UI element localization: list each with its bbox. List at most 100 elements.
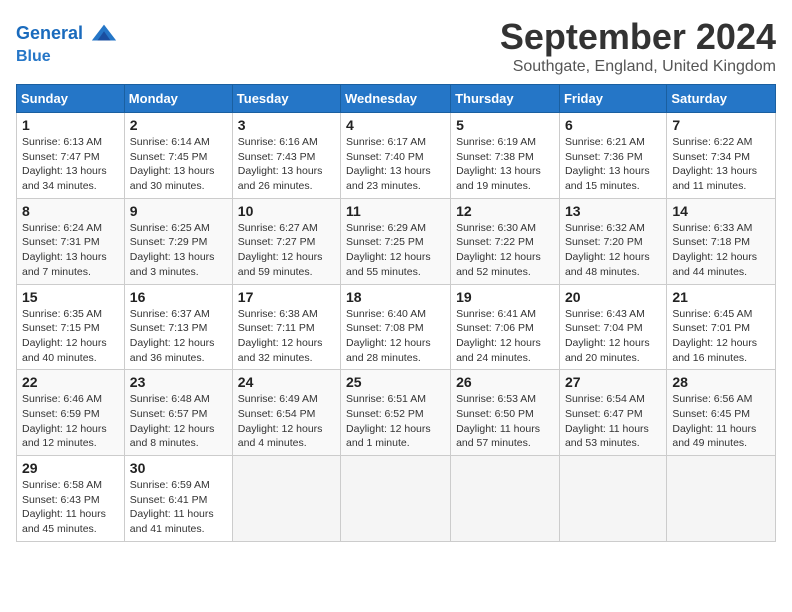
day-number: 26 (456, 374, 554, 390)
calendar-table: SundayMondayTuesdayWednesdayThursdayFrid… (16, 84, 776, 542)
day-number: 20 (565, 289, 661, 305)
day-number: 14 (672, 203, 770, 219)
calendar-day-cell: 28 Sunrise: 6:56 AMSunset: 6:45 PMDaylig… (667, 370, 776, 456)
calendar-day-cell: 24 Sunrise: 6:49 AMSunset: 6:54 PMDaylig… (232, 370, 340, 456)
calendar-week-row: 29 Sunrise: 6:58 AMSunset: 6:43 PMDaylig… (17, 456, 776, 542)
day-number: 22 (22, 374, 119, 390)
logo: General Blue (16, 20, 118, 66)
day-number: 1 (22, 117, 119, 133)
day-info: Sunrise: 6:30 AMSunset: 7:22 PMDaylight:… (456, 221, 554, 280)
calendar-day-cell: 11 Sunrise: 6:29 AMSunset: 7:25 PMDaylig… (341, 198, 451, 284)
day-info: Sunrise: 6:25 AMSunset: 7:29 PMDaylight:… (130, 221, 227, 280)
day-info: Sunrise: 6:48 AMSunset: 6:57 PMDaylight:… (130, 392, 227, 451)
title-area: September 2024 Southgate, England, Unite… (500, 16, 776, 76)
day-number: 17 (238, 289, 335, 305)
location-title: Southgate, England, United Kingdom (500, 58, 776, 76)
calendar-day-cell: 13 Sunrise: 6:32 AMSunset: 7:20 PMDaylig… (559, 198, 666, 284)
calendar-day-cell: 21 Sunrise: 6:45 AMSunset: 7:01 PMDaylig… (667, 284, 776, 370)
calendar-header-saturday: Saturday (667, 85, 776, 113)
day-info: Sunrise: 6:19 AMSunset: 7:38 PMDaylight:… (456, 135, 554, 194)
day-info: Sunrise: 6:56 AMSunset: 6:45 PMDaylight:… (672, 392, 770, 451)
calendar-day-cell: 7 Sunrise: 6:22 AMSunset: 7:34 PMDayligh… (667, 113, 776, 199)
day-info: Sunrise: 6:38 AMSunset: 7:11 PMDaylight:… (238, 307, 335, 366)
calendar-day-cell: 6 Sunrise: 6:21 AMSunset: 7:36 PMDayligh… (559, 113, 666, 199)
day-info: Sunrise: 6:58 AMSunset: 6:43 PMDaylight:… (22, 478, 119, 537)
day-info: Sunrise: 6:16 AMSunset: 7:43 PMDaylight:… (238, 135, 335, 194)
calendar-day-cell: 26 Sunrise: 6:53 AMSunset: 6:50 PMDaylig… (451, 370, 560, 456)
day-number: 29 (22, 460, 119, 476)
day-number: 25 (346, 374, 445, 390)
day-number: 5 (456, 117, 554, 133)
calendar-day-cell (341, 456, 451, 542)
day-info: Sunrise: 6:17 AMSunset: 7:40 PMDaylight:… (346, 135, 445, 194)
calendar-day-cell (559, 456, 666, 542)
day-number: 27 (565, 374, 661, 390)
day-number: 6 (565, 117, 661, 133)
calendar-day-cell: 2 Sunrise: 6:14 AMSunset: 7:45 PMDayligh… (124, 113, 232, 199)
day-number: 21 (672, 289, 770, 305)
day-number: 28 (672, 374, 770, 390)
logo-blue: Blue (16, 48, 118, 66)
day-info: Sunrise: 6:33 AMSunset: 7:18 PMDaylight:… (672, 221, 770, 280)
day-number: 11 (346, 203, 445, 219)
day-number: 3 (238, 117, 335, 133)
day-info: Sunrise: 6:59 AMSunset: 6:41 PMDaylight:… (130, 478, 227, 537)
day-number: 12 (456, 203, 554, 219)
month-title: September 2024 (500, 16, 776, 58)
calendar-week-row: 22 Sunrise: 6:46 AMSunset: 6:59 PMDaylig… (17, 370, 776, 456)
day-info: Sunrise: 6:54 AMSunset: 6:47 PMDaylight:… (565, 392, 661, 451)
day-info: Sunrise: 6:32 AMSunset: 7:20 PMDaylight:… (565, 221, 661, 280)
calendar-header-sunday: Sunday (17, 85, 125, 113)
day-number: 2 (130, 117, 227, 133)
calendar-header-monday: Monday (124, 85, 232, 113)
day-info: Sunrise: 6:41 AMSunset: 7:06 PMDaylight:… (456, 307, 554, 366)
day-number: 19 (456, 289, 554, 305)
calendar-day-cell: 16 Sunrise: 6:37 AMSunset: 7:13 PMDaylig… (124, 284, 232, 370)
calendar-day-cell: 30 Sunrise: 6:59 AMSunset: 6:41 PMDaylig… (124, 456, 232, 542)
calendar-day-cell: 15 Sunrise: 6:35 AMSunset: 7:15 PMDaylig… (17, 284, 125, 370)
day-number: 24 (238, 374, 335, 390)
day-number: 18 (346, 289, 445, 305)
calendar-day-cell: 1 Sunrise: 6:13 AMSunset: 7:47 PMDayligh… (17, 113, 125, 199)
day-number: 16 (130, 289, 227, 305)
calendar-day-cell: 3 Sunrise: 6:16 AMSunset: 7:43 PMDayligh… (232, 113, 340, 199)
day-info: Sunrise: 6:14 AMSunset: 7:45 PMDaylight:… (130, 135, 227, 194)
day-info: Sunrise: 6:24 AMSunset: 7:31 PMDaylight:… (22, 221, 119, 280)
calendar-header-friday: Friday (559, 85, 666, 113)
calendar-day-cell: 22 Sunrise: 6:46 AMSunset: 6:59 PMDaylig… (17, 370, 125, 456)
day-number: 7 (672, 117, 770, 133)
day-info: Sunrise: 6:21 AMSunset: 7:36 PMDaylight:… (565, 135, 661, 194)
day-info: Sunrise: 6:46 AMSunset: 6:59 PMDaylight:… (22, 392, 119, 451)
day-number: 13 (565, 203, 661, 219)
calendar-day-cell: 17 Sunrise: 6:38 AMSunset: 7:11 PMDaylig… (232, 284, 340, 370)
calendar-day-cell: 10 Sunrise: 6:27 AMSunset: 7:27 PMDaylig… (232, 198, 340, 284)
calendar-day-cell: 5 Sunrise: 6:19 AMSunset: 7:38 PMDayligh… (451, 113, 560, 199)
calendar-day-cell: 9 Sunrise: 6:25 AMSunset: 7:29 PMDayligh… (124, 198, 232, 284)
calendar-day-cell (451, 456, 560, 542)
day-number: 10 (238, 203, 335, 219)
day-info: Sunrise: 6:35 AMSunset: 7:15 PMDaylight:… (22, 307, 119, 366)
calendar-day-cell: 25 Sunrise: 6:51 AMSunset: 6:52 PMDaylig… (341, 370, 451, 456)
calendar-day-cell: 14 Sunrise: 6:33 AMSunset: 7:18 PMDaylig… (667, 198, 776, 284)
day-info: Sunrise: 6:43 AMSunset: 7:04 PMDaylight:… (565, 307, 661, 366)
day-number: 8 (22, 203, 119, 219)
calendar-day-cell: 8 Sunrise: 6:24 AMSunset: 7:31 PMDayligh… (17, 198, 125, 284)
calendar-header-thursday: Thursday (451, 85, 560, 113)
day-info: Sunrise: 6:27 AMSunset: 7:27 PMDaylight:… (238, 221, 335, 280)
day-info: Sunrise: 6:40 AMSunset: 7:08 PMDaylight:… (346, 307, 445, 366)
calendar-week-row: 1 Sunrise: 6:13 AMSunset: 7:47 PMDayligh… (17, 113, 776, 199)
day-info: Sunrise: 6:51 AMSunset: 6:52 PMDaylight:… (346, 392, 445, 451)
calendar-week-row: 15 Sunrise: 6:35 AMSunset: 7:15 PMDaylig… (17, 284, 776, 370)
calendar-day-cell: 4 Sunrise: 6:17 AMSunset: 7:40 PMDayligh… (341, 113, 451, 199)
calendar-header-row: SundayMondayTuesdayWednesdayThursdayFrid… (17, 85, 776, 113)
day-number: 4 (346, 117, 445, 133)
day-number: 23 (130, 374, 227, 390)
day-info: Sunrise: 6:45 AMSunset: 7:01 PMDaylight:… (672, 307, 770, 366)
calendar-day-cell: 19 Sunrise: 6:41 AMSunset: 7:06 PMDaylig… (451, 284, 560, 370)
calendar-day-cell (232, 456, 340, 542)
calendar-day-cell (667, 456, 776, 542)
calendar-header-tuesday: Tuesday (232, 85, 340, 113)
day-info: Sunrise: 6:22 AMSunset: 7:34 PMDaylight:… (672, 135, 770, 194)
calendar-day-cell: 18 Sunrise: 6:40 AMSunset: 7:08 PMDaylig… (341, 284, 451, 370)
calendar-day-cell: 12 Sunrise: 6:30 AMSunset: 7:22 PMDaylig… (451, 198, 560, 284)
